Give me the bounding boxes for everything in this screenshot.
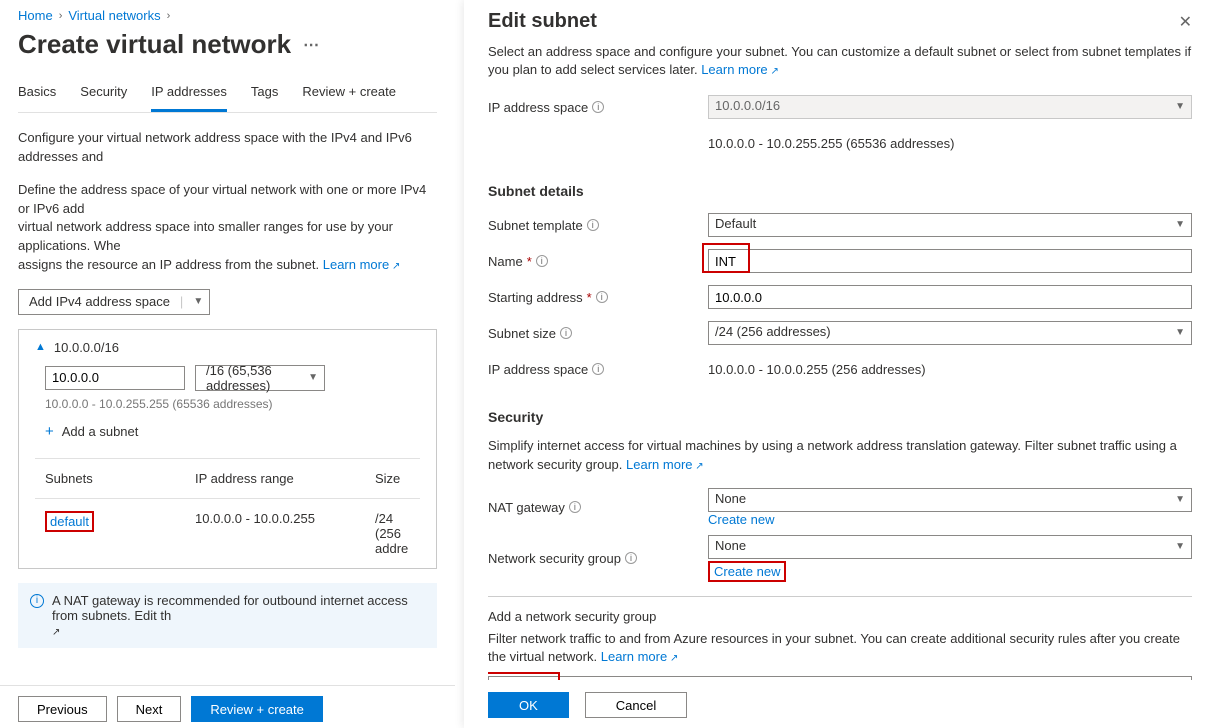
collapse-icon[interactable]: ▲ bbox=[35, 341, 46, 353]
info-icon[interactable]: i bbox=[596, 291, 608, 303]
info-icon: i bbox=[30, 594, 44, 608]
add-subnet-button[interactable]: + Add a subnet bbox=[45, 423, 420, 440]
nsg-create-new-link[interactable]: Create new bbox=[714, 564, 780, 579]
address-size-select[interactable]: /16 (65,536 addresses) ▼ bbox=[195, 365, 325, 391]
chevron-down-icon: ▼ bbox=[1175, 541, 1185, 552]
subnet-size-select[interactable]: /24 (256 addresses) ▼ bbox=[708, 321, 1192, 345]
review-create-button[interactable]: Review + create bbox=[191, 696, 323, 722]
security-intro: Simplify internet access for virtual mac… bbox=[488, 437, 1192, 473]
breadcrumb-home[interactable]: Home bbox=[18, 8, 53, 23]
learn-more-link[interactable]: Learn more bbox=[323, 257, 401, 272]
cancel-button[interactable]: Cancel bbox=[585, 692, 687, 718]
chevron-down-icon: ▼ bbox=[193, 296, 203, 307]
next-button[interactable]: Next bbox=[117, 696, 182, 722]
panel-title: Edit subnet bbox=[488, 10, 597, 33]
nat-create-new-link[interactable]: Create new bbox=[708, 512, 774, 527]
chevron-down-icon: ▼ bbox=[308, 372, 318, 383]
subnet-name-label: Name * i bbox=[488, 254, 708, 269]
address-ip-input[interactable] bbox=[45, 366, 185, 390]
subnet-range: 10.0.0.0 - 10.0.0.255 bbox=[195, 511, 375, 556]
close-icon[interactable]: ✕ bbox=[1179, 12, 1192, 32]
intro-text-1: Configure your virtual network address s… bbox=[18, 129, 437, 167]
panel-intro: Select an address space and configure yo… bbox=[488, 43, 1192, 79]
table-row: default 10.0.0.0 - 10.0.0.255 /24 (256 a… bbox=[35, 498, 420, 568]
tab-tags[interactable]: Tags bbox=[251, 78, 278, 112]
nat-gateway-label: NAT gateway i bbox=[488, 500, 708, 515]
add-nsg-title: Add a network security group bbox=[488, 609, 1192, 624]
chevron-right-icon: › bbox=[59, 10, 63, 22]
address-cidr: 10.0.0.0/16 bbox=[54, 340, 119, 355]
ip-space-range: 10.0.0.0 - 10.0.255.255 (65536 addresses… bbox=[708, 136, 1192, 151]
add-ipv4-dropdown[interactable]: Add IPv4 address space| ▼ bbox=[18, 289, 210, 315]
chevron-down-icon: ▼ bbox=[1175, 101, 1185, 112]
wizard-footer: Previous Next Review + create bbox=[0, 685, 455, 728]
col-range: IP address range bbox=[195, 471, 375, 486]
previous-button[interactable]: Previous bbox=[18, 696, 107, 722]
learn-more-link[interactable]: Learn more bbox=[601, 649, 679, 664]
chevron-down-icon: ▼ bbox=[1175, 327, 1185, 338]
more-menu-icon[interactable]: ⋯ bbox=[303, 35, 320, 55]
breadcrumb-vnets[interactable]: Virtual networks bbox=[68, 8, 160, 23]
info-icon[interactable]: i bbox=[625, 552, 637, 564]
tab-basics[interactable]: Basics bbox=[18, 78, 56, 112]
tab-ip-addresses[interactable]: IP addresses bbox=[151, 78, 227, 112]
info-icon[interactable]: i bbox=[587, 219, 599, 231]
add-nsg-desc: Filter network traffic to and from Azure… bbox=[488, 630, 1192, 666]
address-range-note: 10.0.0.0 - 10.0.255.255 (65536 addresses… bbox=[45, 397, 420, 411]
ok-button[interactable]: OK bbox=[488, 692, 569, 718]
external-link-icon[interactable] bbox=[52, 623, 60, 638]
nat-gateway-select[interactable]: None ▼ bbox=[708, 488, 1192, 512]
table-header-row: Subnets IP address range Size bbox=[35, 458, 420, 498]
subnet-name-input[interactable] bbox=[708, 249, 1192, 273]
subnet-details-heading: Subnet details bbox=[488, 183, 1192, 199]
main-page: Home › Virtual networks › Create virtual… bbox=[0, 0, 455, 656]
info-icon[interactable]: i bbox=[592, 363, 604, 375]
chevron-down-icon: ▼ bbox=[1175, 219, 1185, 230]
subnets-table: Subnets IP address range Size default 10… bbox=[35, 458, 420, 568]
learn-more-link[interactable]: Learn more bbox=[701, 62, 779, 77]
subnet-size: /24 (256 addre bbox=[375, 511, 420, 556]
ip-space-select[interactable]: 10.0.0.0/16 ▼ bbox=[708, 95, 1192, 119]
address-space-box: ▲ 10.0.0.0/16 /16 (65,536 addresses) ▼ 1… bbox=[18, 329, 437, 569]
tabs: Basics Security IP addresses Tags Review… bbox=[18, 78, 437, 113]
col-subnets: Subnets bbox=[45, 471, 195, 486]
subnet-ipspace-label: IP address space i bbox=[488, 362, 708, 377]
subnet-size-label: Subnet size i bbox=[488, 326, 708, 341]
tab-review[interactable]: Review + create bbox=[302, 78, 396, 112]
info-icon[interactable]: i bbox=[560, 327, 572, 339]
starting-address-input[interactable] bbox=[708, 285, 1192, 309]
tab-security[interactable]: Security bbox=[80, 78, 127, 112]
breadcrumb: Home › Virtual networks › bbox=[18, 8, 437, 23]
edit-subnet-panel: Edit subnet ✕ Select an address space an… bbox=[464, 0, 1216, 728]
info-icon[interactable]: i bbox=[592, 101, 604, 113]
nsg-name-input[interactable] bbox=[488, 676, 1192, 680]
ip-space-label: IP address space i bbox=[488, 100, 708, 115]
starting-address-label: Starting address * i bbox=[488, 290, 708, 305]
col-size: Size bbox=[375, 471, 420, 486]
security-heading: Security bbox=[488, 409, 1192, 425]
nsg-label: Network security group i bbox=[488, 551, 708, 566]
page-title: Create virtual network ⋯ bbox=[18, 29, 437, 60]
plus-icon: + bbox=[45, 423, 54, 440]
info-icon[interactable]: i bbox=[536, 255, 548, 267]
learn-more-link[interactable]: Learn more bbox=[626, 457, 704, 472]
subnet-default-link[interactable]: default bbox=[50, 514, 89, 529]
nat-info-bar: i A NAT gateway is recommended for outbo… bbox=[18, 583, 437, 648]
nsg-select[interactable]: None ▼ bbox=[708, 535, 1192, 559]
subnet-template-label: Subnet template i bbox=[488, 218, 708, 233]
panel-footer: OK Cancel bbox=[488, 680, 1192, 728]
subnet-ipspace-value: 10.0.0.0 - 10.0.0.255 (256 addresses) bbox=[708, 362, 1192, 377]
subnet-template-select[interactable]: Default ▼ bbox=[708, 213, 1192, 237]
intro-text-2: Define the address space of your virtual… bbox=[18, 181, 437, 275]
add-nsg-card: Add a network security group Filter netw… bbox=[488, 596, 1192, 680]
info-icon[interactable]: i bbox=[569, 501, 581, 513]
chevron-down-icon: ▼ bbox=[1175, 494, 1185, 505]
chevron-right-icon: › bbox=[167, 10, 171, 22]
